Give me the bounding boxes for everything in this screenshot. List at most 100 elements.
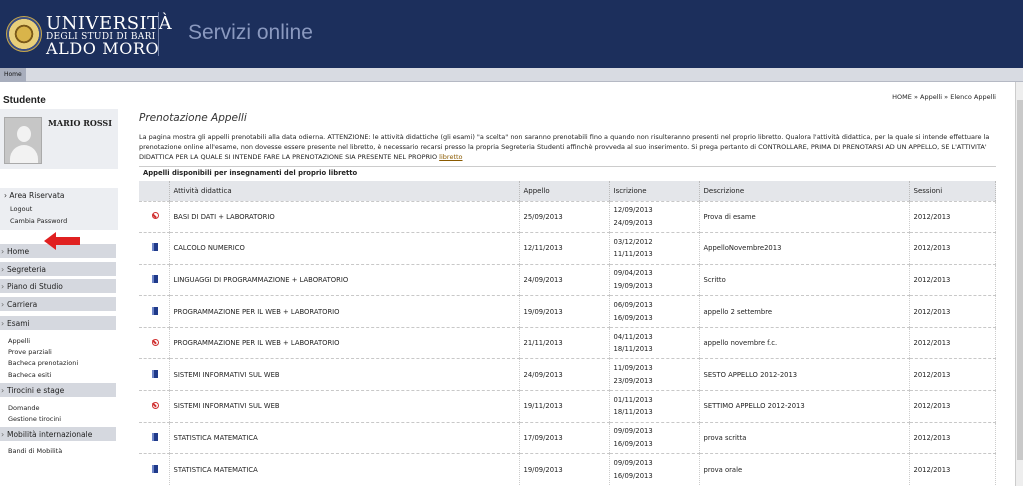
cell-descrizione: prova orale <box>699 453 910 486</box>
row-action-cell[interactable] <box>139 421 170 454</box>
cell-appello: 24/09/2013 <box>519 263 610 296</box>
iscrizione-to: 11/11/2013 <box>613 250 653 259</box>
header-divider <box>158 12 159 56</box>
book-icon[interactable] <box>152 432 159 441</box>
sidebar-link-prove-parziali[interactable]: Prove parziali <box>8 348 52 356</box>
row-action-cell[interactable] <box>139 263 170 296</box>
sidebar-title: Studente <box>3 95 46 106</box>
cell-attivita: STATISTICA MATEMATICA <box>169 421 520 454</box>
cell-sessioni: 2012/2013 <box>909 200 996 233</box>
cell-appello: 21/11/2013 <box>519 326 610 359</box>
table-row: STATISTICA MATEMATICA 19/09/2013 09/09/201… <box>139 453 996 486</box>
intro-body: La pagina mostra gli appelli prenotabili… <box>139 133 990 161</box>
no-entry-icon[interactable] <box>151 212 159 220</box>
iscrizione-from: 03/12/2012 <box>613 237 653 246</box>
cell-appello: 17/09/2013 <box>519 421 610 454</box>
cell-iscrizione: 12/09/2013 24/09/2013 <box>609 200 700 233</box>
avatar-body-shape <box>10 145 38 163</box>
table-row: BASI DI DATI + LABORATORIO 25/09/2013 12/0… <box>139 200 996 233</box>
cell-attivita: CALCOLO NUMERICO <box>169 232 520 265</box>
cell-attivita: PROGRAMMAZIONE PER IL WEB + LABORATORIO <box>169 326 520 359</box>
iscrizione-to: 18/11/2013 <box>613 345 653 354</box>
cell-appello: 19/09/2013 <box>519 453 610 486</box>
no-entry-icon[interactable] <box>151 401 159 409</box>
row-action-cell[interactable] <box>139 295 170 328</box>
col-header-descrizione: Descrizione <box>699 181 910 201</box>
sidebar-item-segreteria[interactable]: Segreteria <box>0 262 116 277</box>
row-action-cell[interactable] <box>139 326 170 359</box>
sidebar-link-domande[interactable]: Domande <box>8 404 40 412</box>
cell-descrizione: Scritto <box>699 263 910 296</box>
iscrizione-to: 16/09/2013 <box>613 313 653 322</box>
cell-appello: 25/09/2013 <box>519 200 610 233</box>
iscrizione-to: 19/09/2013 <box>613 281 653 290</box>
cell-iscrizione: 09/09/2013 16/09/2013 <box>609 421 700 454</box>
book-icon[interactable] <box>152 369 159 378</box>
sidebar-link-bacheca-esiti[interactable]: Bacheca esiti <box>8 371 51 379</box>
row-action-cell[interactable] <box>139 390 170 423</box>
change-password-link[interactable]: Cambia Password <box>10 217 67 225</box>
cell-appello: 12/11/2013 <box>519 232 610 265</box>
book-icon[interactable] <box>152 306 159 315</box>
logout-link[interactable]: Logout <box>10 205 32 213</box>
no-entry-icon[interactable] <box>151 338 159 346</box>
book-icon[interactable] <box>152 274 159 283</box>
cell-iscrizione: 11/09/2013 23/09/2013 <box>609 358 700 391</box>
sidebar-link-bandi-mobilita[interactable]: Bandi di Mobilità <box>8 447 62 455</box>
cell-attivita: SISTEMI INFORMATIVI SUL WEB <box>169 390 520 423</box>
red-arrow-annotation-icon <box>44 232 80 250</box>
cell-appello: 19/09/2013 <box>519 295 610 328</box>
cell-descrizione: AppelloNovembre2013 <box>699 232 910 265</box>
university-name-line1: UNIVERSITÀ <box>46 13 173 34</box>
top-nav-home-tab[interactable]: Home <box>0 68 26 82</box>
row-action-cell[interactable] <box>139 358 170 391</box>
scrollbar-thumb[interactable] <box>1017 100 1023 460</box>
cell-attivita: BASI DI DATI + LABORATORIO <box>169 200 520 233</box>
iscrizione-to: 16/09/2013 <box>613 471 653 480</box>
breadcrumb[interactable]: HOME » Appelli » Elenco Appelli <box>892 93 996 101</box>
col-header-sessioni: Sessioni <box>909 181 996 201</box>
appelli-table: Attività didattica Appello Iscrizione De… <box>139 181 996 486</box>
cell-sessioni: 2012/2013 <box>909 263 996 296</box>
user-name: MARIO ROSSI <box>48 118 112 128</box>
row-action-cell[interactable] <box>139 232 170 265</box>
sidebar-item-piano-di-studio[interactable]: Piano di Studio <box>0 279 116 294</box>
sidebar-link-bacheca-prenotazioni[interactable]: Bacheca prenotazioni <box>8 359 78 367</box>
cell-descrizione: SESTO APPELLO 2012-2013 <box>699 358 910 391</box>
iscrizione-to: 18/11/2013 <box>613 408 653 417</box>
cell-attivita: PROGRAMMAZIONE PER IL WEB + LABORATORIO <box>169 295 520 328</box>
book-icon[interactable] <box>152 464 159 473</box>
cell-iscrizione: 09/09/2013 16/09/2013 <box>609 453 700 486</box>
sidebar-item-esami[interactable]: Esami <box>0 316 116 331</box>
cell-iscrizione: 09/04/2013 19/09/2013 <box>609 263 700 296</box>
page-scrollbar[interactable] <box>1015 82 1023 486</box>
row-action-cell[interactable] <box>139 453 170 486</box>
sidebar-item-carriera[interactable]: Carriera <box>0 297 116 312</box>
row-action-cell[interactable] <box>139 200 170 233</box>
iscrizione-from: 01/11/2013 <box>613 395 653 404</box>
area-riservata-heading[interactable]: › Area Riservata <box>4 191 65 200</box>
libretto-link[interactable]: libretto <box>439 153 462 161</box>
service-title: Servizi online <box>188 21 313 44</box>
table-row: SISTEMI INFORMATIVI SUL WEB 19/11/2013 01/… <box>139 390 996 423</box>
cell-descrizione: appello 2 settembre <box>699 295 910 328</box>
col-header-appello: Appello <box>519 181 610 201</box>
book-icon[interactable] <box>152 243 159 252</box>
sidebar-item-mobilita[interactable]: Mobilità internazionale <box>0 427 116 442</box>
iscrizione-from: 11/09/2013 <box>613 364 653 373</box>
sidebar-link-appelli[interactable]: Appelli <box>8 337 30 345</box>
university-seal-logo[interactable] <box>6 16 42 52</box>
cell-sessioni: 2012/2013 <box>909 358 996 391</box>
cell-iscrizione: 04/11/2013 18/11/2013 <box>609 326 700 359</box>
university-logo-text[interactable]: UNIVERSITÀ DEGLI STUDI DI BARI ALDO MORO <box>46 13 173 58</box>
sidebar-item-tirocini[interactable]: Tirocini e stage <box>0 383 116 398</box>
site-header: UNIVERSITÀ DEGLI STUDI DI BARI ALDO MORO… <box>0 0 1023 68</box>
sidebar: Studente MARIO ROSSI › Area Riservata Lo… <box>0 83 118 486</box>
cell-iscrizione: 01/11/2013 18/11/2013 <box>609 390 700 423</box>
cell-iscrizione: 03/12/2012 11/11/2013 <box>609 232 700 265</box>
page-title: Prenotazione Appelli <box>139 112 247 124</box>
sidebar-link-gestione-tirocini[interactable]: Gestione tirocini <box>8 415 61 423</box>
university-name-line3: ALDO MORO <box>46 39 160 58</box>
cell-appello: 19/11/2013 <box>519 390 610 423</box>
iscrizione-from: 09/09/2013 <box>613 427 653 436</box>
